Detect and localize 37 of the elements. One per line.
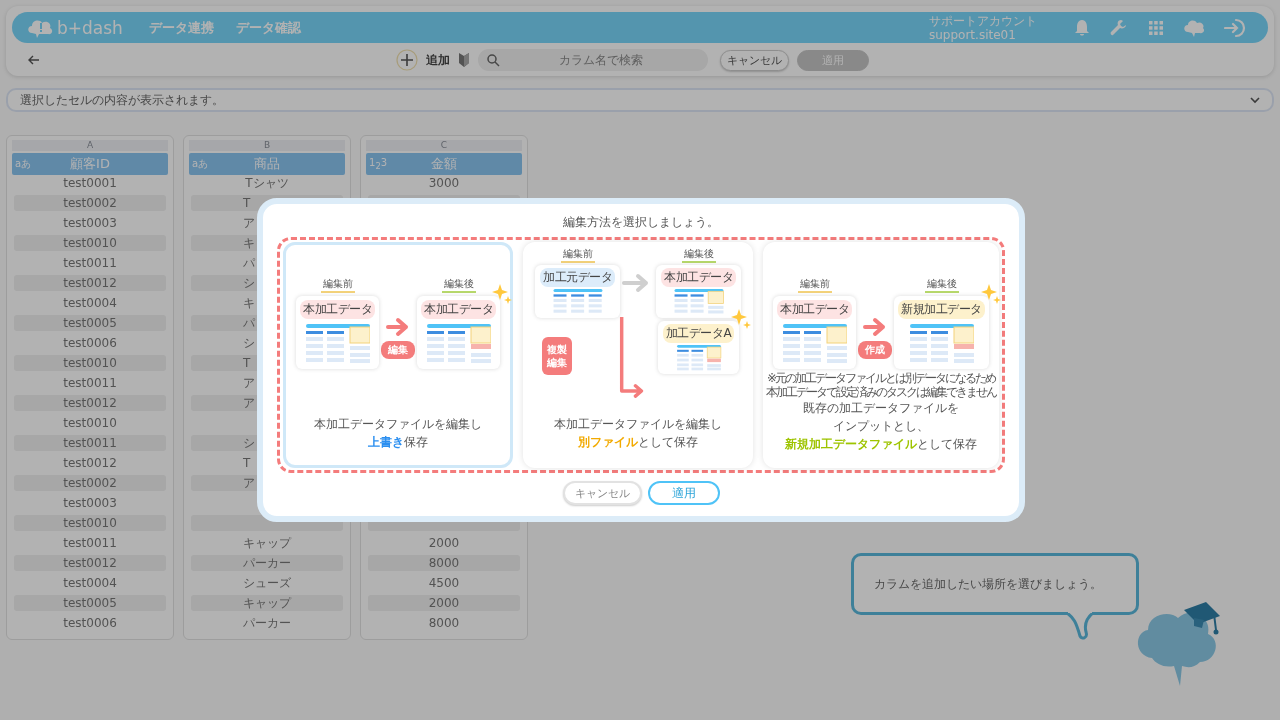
file-tag: 加工データA [662, 324, 735, 343]
action-pill: 編集 [381, 341, 415, 359]
type-label: aあ [192, 157, 209, 171]
action-pill: 作成 [858, 341, 893, 359]
before-label: 編集前 [320, 277, 355, 293]
option-description: 既存の加工データファイルを [803, 400, 959, 417]
before-label: 編集前 [560, 247, 595, 263]
column-name: 商品 [254, 155, 280, 173]
file-tag: 本加工データ [421, 300, 496, 319]
dialog-title: 編集方法を選択しましょう。 [563, 214, 719, 231]
type-label: aあ [15, 157, 32, 171]
after-label: 編集後 [441, 277, 476, 293]
hint-text: カラムを追加したい場所を選びましょう。 [874, 575, 1102, 593]
option-description: インプットとし、 [833, 418, 929, 435]
before-label: 編集前 [797, 277, 832, 293]
option-description: 別ファイルとして保存 [578, 434, 698, 451]
account-name: サポートアカウント [929, 13, 1037, 28]
option-description: 本加工データファイルを編集し [314, 416, 482, 433]
option-note: 本加工データで設定済みのタスクは編集できません [766, 385, 996, 399]
file-tag: 加工元データ [540, 268, 615, 287]
file-tag: 本加工データ [300, 300, 375, 319]
column-name: 顧客ID [70, 155, 110, 173]
type-label: 1$_{2}$3 [369, 157, 388, 171]
column-name: 金額 [431, 155, 457, 173]
cell-content-text: 選択したセルの内容が表示されます。 [20, 91, 224, 109]
account-id: support.site01 [929, 27, 1017, 42]
option-note: ※元の加工データファイルとは別データになるため [766, 371, 996, 385]
option-description: 新規加工データファイルとして保存 [785, 436, 977, 453]
option-description: 上書き保存 [368, 434, 428, 451]
file-tag: 本加工データ [661, 268, 736, 287]
option-description: 本加工データファイルを編集し [554, 416, 722, 433]
action-pill: 複製編集 [541, 337, 572, 375]
after-label: 編集後 [681, 247, 716, 263]
file-tag: 本加工データ [777, 300, 853, 319]
file-tag: 新規加工データ [898, 300, 985, 319]
logo-text: b+dash [57, 17, 123, 38]
after-label: 編集後 [924, 277, 959, 293]
